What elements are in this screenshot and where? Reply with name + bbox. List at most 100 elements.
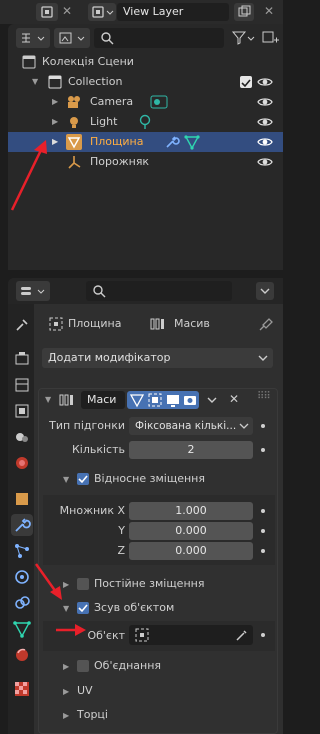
- expand-arrow-icon[interactable]: ▶: [52, 112, 58, 132]
- count-label: Кількість: [71, 443, 125, 456]
- outliner-search-input[interactable]: [94, 28, 224, 48]
- texture-icon: [15, 682, 29, 696]
- keyframe-dot-icon[interactable]: [261, 448, 265, 452]
- mesh-data-icon[interactable]: [184, 134, 200, 150]
- tab-physics[interactable]: [11, 566, 33, 588]
- collapse-arrow-icon[interactable]: ▼: [63, 475, 69, 484]
- eye-icon[interactable]: [257, 114, 273, 130]
- expand-arrow-icon[interactable]: ▶: [63, 687, 69, 696]
- collapse-arrow-icon[interactable]: ▼: [63, 604, 69, 613]
- count-field[interactable]: 2: [129, 441, 253, 459]
- annotation-arrow-icon: [56, 624, 86, 636]
- object-icon: [16, 493, 28, 505]
- filter-mode-dropdown[interactable]: [54, 28, 90, 48]
- relative-offset-checkbox[interactable]: [77, 473, 89, 485]
- chevron-down-icon[interactable]: [205, 393, 219, 407]
- top-header: ✕ View Layer ✕: [0, 0, 283, 24]
- collapse-arrow-icon[interactable]: ▼: [45, 395, 51, 404]
- edit-mode-cage-icon[interactable]: [129, 392, 145, 408]
- expand-arrow-icon[interactable]: ▶: [63, 711, 69, 720]
- factor-x-field[interactable]: 1.000: [129, 502, 253, 520]
- tab-view-layer[interactable]: [11, 400, 33, 422]
- close-scene-icon[interactable]: ✕: [62, 4, 72, 18]
- tab-scene[interactable]: [11, 426, 33, 448]
- factor-z-label: Z: [117, 544, 125, 557]
- view-layer-name-field[interactable]: View Layer: [117, 3, 229, 21]
- eye-icon[interactable]: [257, 154, 273, 170]
- properties-tabs: [8, 304, 34, 734]
- expand-arrow-icon[interactable]: ▶: [63, 662, 69, 671]
- pin-icon[interactable]: [258, 316, 274, 332]
- edit-mode-icon[interactable]: [147, 392, 163, 408]
- keyframe-dot-icon[interactable]: [261, 549, 265, 553]
- filter-button[interactable]: [230, 28, 256, 48]
- remove-modifier-icon[interactable]: ✕: [229, 392, 239, 406]
- wrench-icon[interactable]: [164, 134, 180, 150]
- object-square-icon: [135, 628, 149, 642]
- tab-material[interactable]: [11, 644, 33, 666]
- wrench-icon: [15, 518, 31, 532]
- tab-texture[interactable]: [11, 678, 33, 700]
- object-picker-field[interactable]: [129, 625, 253, 645]
- scene-collection-icon: [22, 55, 36, 69]
- eye-icon[interactable]: [257, 74, 273, 90]
- view-layer-copy-button[interactable]: [234, 3, 254, 21]
- object-offset-checkbox[interactable]: [77, 602, 89, 614]
- tab-data[interactable]: [11, 618, 33, 640]
- keyframe-dot-icon[interactable]: [261, 529, 265, 533]
- eye-icon[interactable]: [257, 134, 273, 150]
- expand-arrow-icon[interactable]: ▶: [52, 92, 58, 112]
- viewport-display-icon[interactable]: [165, 392, 181, 408]
- light-data-icon[interactable]: [138, 114, 152, 130]
- close-view-layer-icon[interactable]: ✕: [264, 4, 274, 18]
- outliner-row-scene-collection[interactable]: Колекція Сцени: [8, 52, 283, 72]
- row-label: Порожняк: [90, 155, 150, 168]
- scene-icon: [41, 6, 53, 18]
- keyframe-dot-icon[interactable]: [261, 424, 265, 428]
- tab-world[interactable]: [11, 452, 33, 474]
- fit-type-dropdown[interactable]: Фіксована кількі...: [129, 417, 253, 435]
- merge-checkbox[interactable]: [77, 660, 89, 672]
- tab-modifiers[interactable]: [11, 514, 33, 536]
- render-camera-icon[interactable]: [182, 392, 198, 408]
- camera-data-icon[interactable]: [150, 95, 168, 109]
- scene-browse-button[interactable]: [36, 3, 58, 21]
- eye-icon[interactable]: [257, 94, 273, 110]
- constant-offset-checkbox[interactable]: [77, 578, 89, 590]
- chevron-down-icon: [260, 288, 270, 294]
- outliner-row-collection[interactable]: ▼ Collection: [8, 72, 283, 92]
- display-mode-dropdown[interactable]: [16, 28, 50, 48]
- modifier-visibility-toggles: [127, 391, 199, 409]
- factor-y-label: Y: [118, 524, 125, 537]
- options-dropdown[interactable]: [256, 282, 274, 300]
- add-modifier-dropdown[interactable]: Додати модифікатор: [42, 348, 273, 368]
- caps-label: Торці: [77, 708, 108, 721]
- modifier-name-field[interactable]: Маси: [81, 391, 125, 409]
- outliner-row-light[interactable]: ▶ Light: [8, 112, 283, 132]
- tab-tool[interactable]: [11, 314, 33, 336]
- array-modifier-icon: [150, 318, 164, 330]
- tab-output[interactable]: [11, 374, 33, 396]
- tab-constraints[interactable]: [11, 592, 33, 614]
- row-label: Колекція Сцени: [42, 55, 134, 68]
- keyframe-dot-icon[interactable]: [261, 633, 265, 637]
- exclude-checkbox[interactable]: [240, 76, 252, 88]
- factor-y-field[interactable]: 0.000: [129, 522, 253, 540]
- drag-handle-icon[interactable]: ⠿⠿: [257, 391, 271, 402]
- keyframe-dot-icon[interactable]: [261, 509, 265, 513]
- relative-offset-label: Відносне зміщення: [94, 472, 205, 485]
- eyedropper-icon[interactable]: [235, 628, 249, 642]
- tab-render[interactable]: [11, 348, 33, 370]
- tab-object[interactable]: [11, 488, 33, 510]
- properties-search-input[interactable]: [86, 281, 232, 301]
- collapse-arrow-icon[interactable]: ▼: [32, 72, 38, 92]
- tab-particles[interactable]: [11, 540, 33, 562]
- new-collection-button[interactable]: [260, 28, 280, 48]
- fit-type-label: Тип підгонки: [49, 419, 125, 432]
- outliner-row-camera[interactable]: ▶ Camera: [8, 92, 283, 112]
- funnel-icon: [231, 31, 255, 45]
- factor-z-field[interactable]: 0.000: [129, 542, 253, 560]
- properties-panel: Площина Масив Додати модифікатор ▼ Маси …: [8, 278, 283, 734]
- editor-type-dropdown[interactable]: [16, 281, 50, 301]
- view-layer-browse-button[interactable]: [88, 3, 116, 21]
